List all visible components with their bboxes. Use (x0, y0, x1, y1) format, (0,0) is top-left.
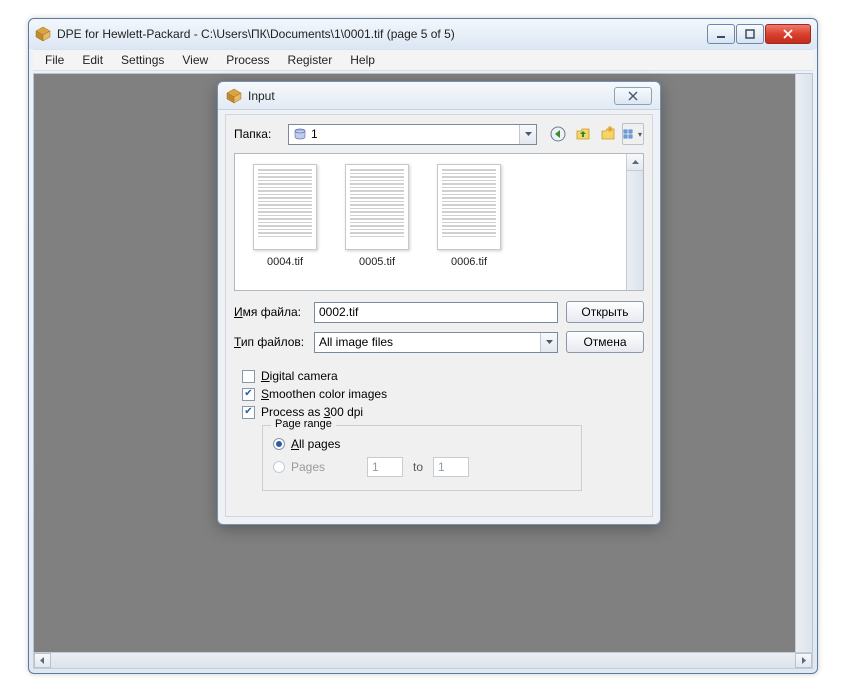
filetype-label: Тип файлов: (234, 335, 306, 349)
thumbnail-scrollbar[interactable] (626, 154, 643, 290)
thumbnail-label: 0005.tif (359, 256, 395, 268)
folder-row: Папка: 1 (226, 115, 652, 151)
thumbnail-label: 0004.tif (267, 256, 303, 268)
folder-dropdown-arrow[interactable] (519, 125, 536, 144)
menu-edit[interactable]: Edit (74, 51, 111, 69)
dialog-body: Папка: 1 (225, 114, 653, 517)
dialog-titlebar[interactable]: Input (218, 82, 660, 110)
document-preview-icon (253, 164, 317, 250)
app-icon (35, 26, 51, 42)
window-controls (706, 24, 811, 44)
scroll-right-button[interactable] (795, 653, 812, 668)
all-pages-label: All pages (291, 437, 340, 451)
folder-label: Папка: (234, 127, 282, 141)
file-thumbnail[interactable]: 0005.tif (345, 164, 409, 280)
filename-input[interactable] (314, 302, 558, 323)
page-range-legend: Page range (271, 418, 336, 430)
folder-combo[interactable]: 1 (288, 124, 537, 145)
checkbox-icon[interactable] (242, 370, 255, 383)
horizontal-scrollbar[interactable] (33, 652, 813, 669)
checkbox-icon[interactable] (242, 388, 255, 401)
dialog-close-button[interactable] (614, 87, 652, 105)
menu-file[interactable]: File (37, 51, 72, 69)
titlebar[interactable]: DPE for Hewlett-Packard - C:\Users\ПК\Do… (29, 19, 817, 49)
smoothen-label: Smoothen color images (261, 387, 387, 401)
radio-icon[interactable] (273, 438, 285, 450)
thumbnail-pane[interactable]: 0004.tif 0005.tif 0006.tif (234, 153, 644, 291)
filename-row: Имя файла: Открыть (226, 297, 652, 327)
to-label: to (413, 460, 423, 474)
file-thumbnail[interactable]: 0004.tif (253, 164, 317, 280)
menu-process[interactable]: Process (218, 51, 277, 69)
cancel-button[interactable]: Отмена (566, 331, 644, 353)
vertical-scrollbar[interactable] (795, 74, 812, 652)
digital-camera-label: Digital camera (261, 369, 338, 383)
pages-radio-row[interactable]: Pages to (273, 454, 571, 480)
document-preview-icon (345, 164, 409, 250)
file-thumbnail[interactable]: 0006.tif (437, 164, 501, 280)
dialog-title: Input (248, 89, 614, 103)
all-pages-radio-row[interactable]: All pages (273, 434, 571, 454)
filetype-combo[interactable]: All image files (314, 332, 558, 353)
scroll-up-button[interactable] (627, 154, 643, 171)
digital-camera-checkbox-row[interactable]: Digital camera (242, 367, 636, 385)
open-button[interactable]: Открыть (566, 301, 644, 323)
dialog-icon (226, 88, 242, 104)
input-dialog: Input Папка: 1 (217, 81, 661, 525)
page-range-inputs: to (367, 457, 469, 477)
folder-toolbar (547, 123, 644, 145)
minimize-button[interactable] (707, 24, 735, 44)
back-icon[interactable] (547, 123, 569, 145)
menu-settings[interactable]: Settings (113, 51, 172, 69)
filetype-row: Тип файлов: All image files Отмена (226, 327, 652, 357)
radio-icon[interactable] (273, 461, 285, 473)
page-range-fieldset: Page range All pages Pages to (262, 425, 582, 491)
options-section: Digital camera Smoothen color images Pro… (226, 357, 652, 495)
thumbnail-label: 0006.tif (451, 256, 487, 268)
menu-view[interactable]: View (174, 51, 216, 69)
maximize-button[interactable] (736, 24, 764, 44)
page-from-input[interactable] (367, 457, 403, 477)
page-to-input[interactable] (433, 457, 469, 477)
window-title: DPE for Hewlett-Packard - C:\Users\ПК\Do… (57, 27, 706, 41)
up-folder-icon[interactable] (572, 123, 594, 145)
new-folder-icon[interactable] (597, 123, 619, 145)
folder-value: 1 (311, 127, 318, 141)
filetype-value: All image files (319, 335, 393, 349)
view-mode-icon[interactable] (622, 123, 644, 145)
document-preview-icon (437, 164, 501, 250)
menu-help[interactable]: Help (342, 51, 383, 69)
pages-label: Pages (291, 460, 325, 474)
drive-icon (293, 127, 307, 141)
main-window: DPE for Hewlett-Packard - C:\Users\ПК\Do… (28, 18, 818, 674)
filename-label: Имя файла: (234, 305, 306, 319)
checkbox-icon[interactable] (242, 406, 255, 419)
dpi-label: Process as 300 dpi (261, 405, 363, 419)
scroll-left-button[interactable] (34, 653, 51, 668)
scroll-track[interactable] (51, 653, 795, 668)
close-button[interactable] (765, 24, 811, 44)
menu-register[interactable]: Register (280, 51, 341, 69)
smoothen-checkbox-row[interactable]: Smoothen color images (242, 385, 636, 403)
menubar: File Edit Settings View Process Register… (33, 49, 813, 71)
filetype-dropdown-arrow[interactable] (540, 333, 557, 352)
